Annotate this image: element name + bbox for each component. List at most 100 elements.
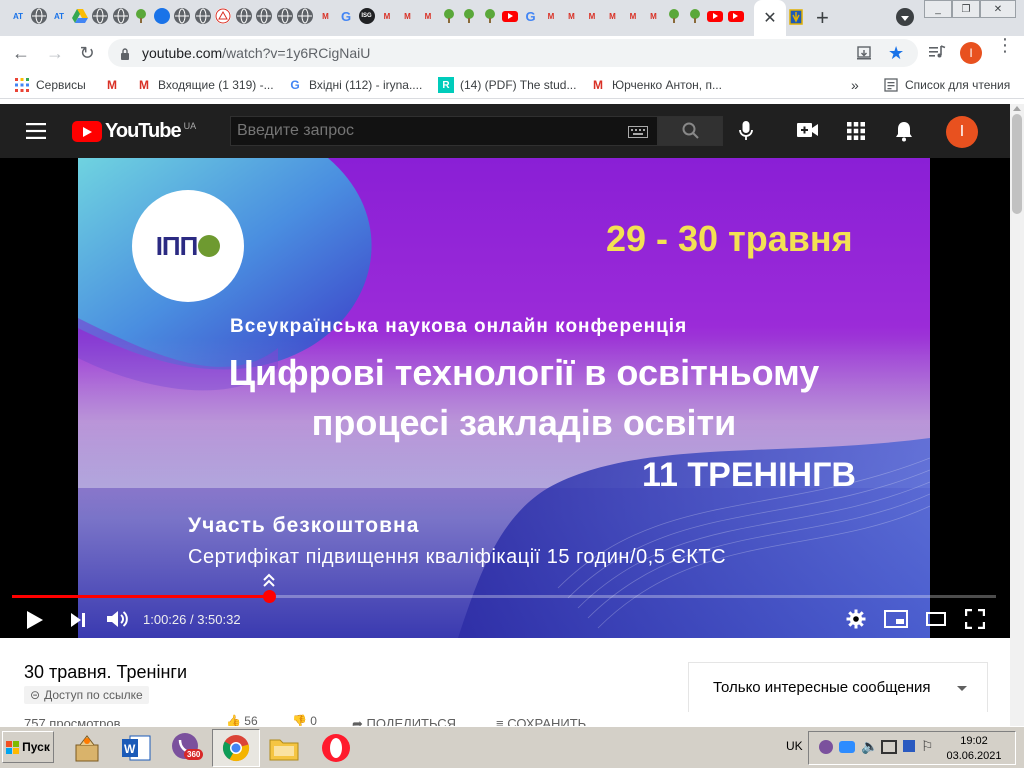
- reading-list-button[interactable]: Список для чтения: [883, 76, 1010, 94]
- browser-tab[interactable]: M: [398, 5, 418, 27]
- bookmark-gmail[interactable]: M: [104, 76, 126, 94]
- bookmark-researchgate[interactable]: R (14) (PDF) The stud...: [438, 76, 576, 94]
- browser-tab[interactable]: ISG: [357, 5, 377, 27]
- apps-grid-button[interactable]: [847, 122, 865, 145]
- browser-tab[interactable]: [664, 5, 684, 27]
- fullscreen-button[interactable]: [964, 608, 986, 634]
- browser-tab[interactable]: G: [336, 5, 356, 27]
- address-bar[interactable]: youtube.com/watch?v=1y6RCigNaiU ★: [108, 39, 918, 67]
- browser-tab[interactable]: [193, 5, 213, 27]
- voice-search-button[interactable]: [738, 120, 754, 147]
- browser-tab[interactable]: M: [562, 5, 582, 27]
- miniplayer-button[interactable]: [884, 610, 908, 633]
- scroll-up-arrow[interactable]: [1013, 106, 1021, 111]
- youtube-logo[interactable]: YouTube UA: [72, 120, 196, 143]
- browser-tab[interactable]: M: [316, 5, 336, 27]
- create-video-button[interactable]: [797, 122, 819, 143]
- settings-button[interactable]: [846, 609, 866, 634]
- hamburger-menu-icon[interactable]: [26, 123, 46, 144]
- close-tab-icon[interactable]: ✕: [763, 8, 776, 28]
- bookmark-google-inbox[interactable]: G Вхідні (112) - iryna....: [287, 76, 422, 94]
- bookmark-gmail-inbox[interactable]: M Входящие (1 319) -...: [136, 76, 274, 94]
- search-input[interactable]: [231, 117, 616, 145]
- browser-tab[interactable]: [459, 5, 479, 27]
- play-button[interactable]: [26, 610, 44, 635]
- browser-tab[interactable]: M: [644, 5, 664, 27]
- media-control-icon[interactable]: [928, 44, 946, 65]
- tab-search-button[interactable]: [896, 8, 914, 26]
- browser-tab[interactable]: [295, 5, 315, 27]
- scroll-thumb[interactable]: [1012, 114, 1022, 214]
- input-language[interactable]: UK: [786, 739, 803, 753]
- chrome-app-icon[interactable]: [212, 729, 260, 767]
- network-icon[interactable]: [881, 740, 897, 754]
- browser-tab[interactable]: [152, 5, 172, 27]
- browser-tab[interactable]: M: [582, 5, 602, 27]
- reload-button[interactable]: ↻: [74, 40, 100, 66]
- browser-tab[interactable]: [70, 5, 90, 27]
- bookmark-apps[interactable]: Сервисы: [14, 76, 86, 94]
- browser-tab[interactable]: [439, 5, 459, 27]
- word-app-icon[interactable]: W: [120, 733, 152, 763]
- bookmark-star-icon[interactable]: ★: [888, 43, 904, 64]
- browser-tab[interactable]: [685, 5, 705, 27]
- theater-mode-button[interactable]: [926, 612, 946, 631]
- clock-time[interactable]: 19:02: [939, 735, 1009, 747]
- browser-tab[interactable]: M: [541, 5, 561, 27]
- account-avatar[interactable]: I: [946, 116, 978, 148]
- zoom-tray-icon[interactable]: [839, 741, 855, 753]
- flag-icon[interactable]: ⚐: [921, 738, 934, 755]
- browser-tab[interactable]: [29, 5, 49, 27]
- browser-tab[interactable]: G: [521, 5, 541, 27]
- next-button[interactable]: [70, 612, 86, 633]
- browser-tab[interactable]: M: [603, 5, 623, 27]
- keyboard-icon[interactable]: [628, 125, 648, 143]
- browser-tab[interactable]: AT: [49, 5, 69, 27]
- chat-filter-dropdown[interactable]: Только интересные сообщения: [713, 679, 931, 696]
- security-tray-icon[interactable]: [903, 740, 915, 752]
- notifications-button[interactable]: [895, 120, 913, 147]
- viber-app-icon[interactable]: 360: [170, 731, 204, 765]
- minimize-button[interactable]: _: [924, 0, 952, 18]
- restore-button[interactable]: ❐: [952, 0, 980, 18]
- profile-avatar[interactable]: I: [960, 42, 982, 64]
- browser-tab[interactable]: [705, 5, 725, 27]
- page-scrollbar[interactable]: [1010, 104, 1024, 726]
- browser-tab[interactable]: [172, 5, 192, 27]
- progress-bar[interactable]: [12, 590, 996, 603]
- archiver-app-icon[interactable]: [72, 733, 102, 763]
- active-tab[interactable]: ✕: [754, 0, 786, 36]
- bookmark-gmail-yurchenko[interactable]: M Юрченко Антон, п...: [590, 76, 722, 94]
- menu-dots-icon[interactable]: ⋮: [996, 36, 1014, 54]
- clock-date[interactable]: 03.06.2021: [939, 750, 1009, 762]
- browser-tab[interactable]: AT: [8, 5, 28, 27]
- video-player[interactable]: ІПП 29 - 30 травня Всеукраїнська наукова…: [0, 158, 1010, 638]
- browser-tab[interactable]: [480, 5, 500, 27]
- install-icon[interactable]: [856, 45, 872, 66]
- start-button[interactable]: Пуск: [2, 731, 54, 763]
- browser-tab[interactable]: [90, 5, 110, 27]
- forward-button[interactable]: →: [42, 40, 68, 66]
- browser-tab[interactable]: [275, 5, 295, 27]
- browser-tab[interactable]: [234, 5, 254, 27]
- back-button[interactable]: ←: [8, 40, 34, 66]
- browser-tab[interactable]: [726, 5, 746, 27]
- browser-tab[interactable]: [500, 5, 520, 27]
- file-explorer-app-icon[interactable]: [268, 733, 300, 763]
- search-button[interactable]: [658, 116, 723, 146]
- browser-tab[interactable]: [213, 5, 233, 27]
- browser-tab[interactable]: [111, 5, 131, 27]
- viber-tray-icon[interactable]: [819, 740, 833, 754]
- opera-app-icon[interactable]: [320, 732, 352, 764]
- new-tab-button[interactable]: +: [816, 5, 829, 31]
- browser-tab[interactable]: M: [418, 5, 438, 27]
- volume-button[interactable]: [106, 609, 130, 634]
- browser-tab[interactable]: [254, 5, 274, 27]
- close-window-button[interactable]: ✕: [980, 0, 1016, 18]
- browser-tab[interactable]: M: [377, 5, 397, 27]
- browser-tab[interactable]: M: [623, 5, 643, 27]
- speaker-icon[interactable]: 🔈: [861, 738, 878, 755]
- bookmarks-overflow-button[interactable]: »: [851, 76, 859, 94]
- lock-icon[interactable]: [120, 47, 130, 65]
- browser-tab[interactable]: [131, 5, 151, 27]
